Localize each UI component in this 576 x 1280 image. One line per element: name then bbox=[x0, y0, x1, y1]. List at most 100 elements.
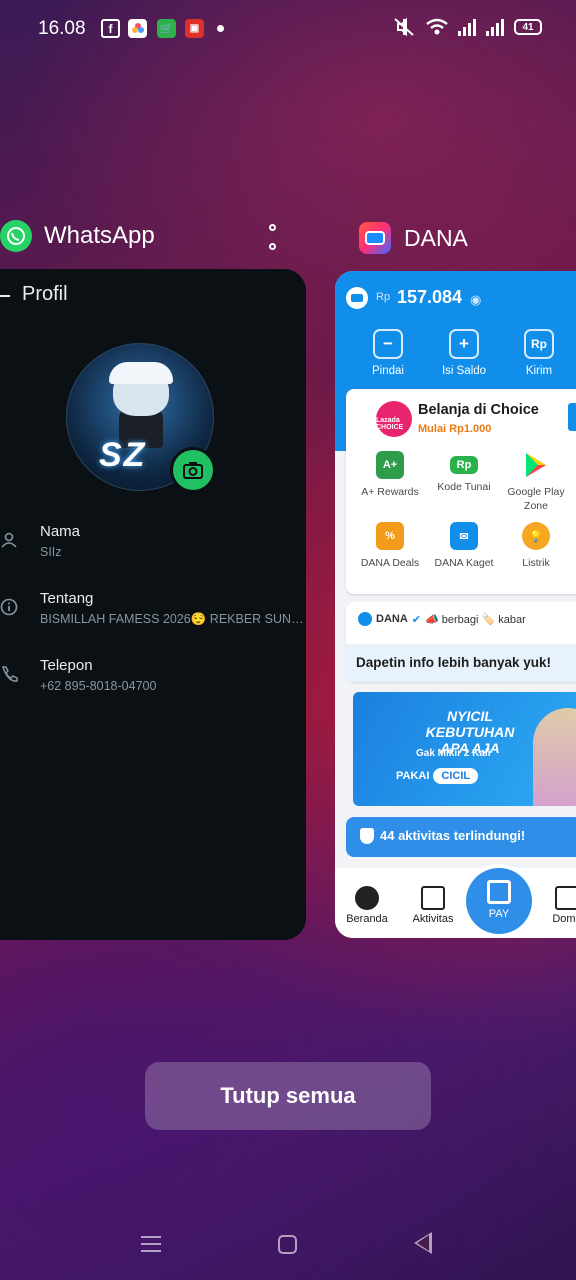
feed-tags: 📣 berbagi 🏷️ kabar bbox=[425, 613, 526, 626]
topup-label: Isi Saldo bbox=[441, 365, 487, 377]
nav-home[interactable]: Beranda bbox=[335, 886, 399, 925]
service-electricity[interactable]: 💡 Listrik bbox=[498, 522, 574, 570]
scan-button[interactable]: − Pindai bbox=[353, 329, 423, 377]
feed-source: DANA bbox=[376, 613, 408, 625]
dana-recent-card[interactable]: Rp 157.084 ◉ − Pindai + Isi Saldo Rp Kir… bbox=[335, 271, 576, 938]
service-electricity-label: Listrik bbox=[522, 557, 550, 569]
banner-person-image bbox=[533, 708, 576, 806]
info-icon bbox=[0, 598, 20, 618]
hide-balance-icon[interactable]: ◉ bbox=[470, 292, 481, 308]
promo-subtitle: Mulai Rp1.000 bbox=[418, 423, 492, 435]
scan-icon: − bbox=[373, 329, 403, 359]
promo-side-tab[interactable] bbox=[568, 403, 576, 431]
promo-panel: Lazada CHOICE Belanja di Choice Mulai Rp… bbox=[346, 389, 576, 594]
nav-pay-button[interactable]: PAY bbox=[466, 868, 532, 934]
back-arrow-icon[interactable] bbox=[0, 295, 10, 297]
profile-about-label: Tentang bbox=[40, 590, 94, 607]
verified-icon: ✔ bbox=[411, 613, 421, 626]
whatsapp-logo-icon bbox=[0, 220, 32, 252]
recents-menu-icon[interactable] bbox=[141, 1236, 161, 1252]
phone-icon bbox=[0, 665, 20, 685]
cicil-banner[interactable]: NYICIL KEBUTUHAN APA AJA Gak Mikir 2 Kal… bbox=[353, 692, 576, 806]
facebook-icon: f bbox=[101, 19, 120, 38]
screen-record-icon: ▣ bbox=[185, 19, 204, 38]
photos-icon bbox=[128, 19, 147, 38]
back-button-icon[interactable] bbox=[414, 1232, 432, 1254]
home-button-icon[interactable] bbox=[278, 1235, 297, 1254]
dana-bottom-nav: Beranda Aktivitas PAY Domp bbox=[335, 868, 576, 938]
whatsapp-card-header[interactable]: WhatsApp bbox=[0, 218, 155, 254]
signal-icon-2 bbox=[486, 18, 504, 36]
topup-icon: + bbox=[449, 329, 479, 359]
camera-icon[interactable] bbox=[170, 447, 216, 493]
scan-label: Pindai bbox=[372, 365, 404, 377]
activity-icon bbox=[421, 886, 445, 910]
promo-title[interactable]: Belanja di Choice bbox=[418, 402, 539, 418]
kaget-icon: ✉ bbox=[450, 522, 478, 550]
rewards-icon: A+ bbox=[376, 451, 404, 479]
dana-small-icon bbox=[358, 612, 372, 626]
battery-icon: 41 bbox=[514, 19, 542, 35]
dana-app-name: DANA bbox=[404, 224, 468, 251]
signal-icon bbox=[458, 18, 476, 36]
nav-home-label: Beranda bbox=[346, 913, 388, 925]
feed-header: DANA ✔ 📣 berbagi 🏷️ kabar bbox=[358, 612, 526, 626]
page-title: Profil bbox=[22, 283, 68, 305]
service-google-play[interactable]: Google Play Zone bbox=[498, 451, 574, 513]
person-icon bbox=[0, 531, 20, 551]
service-kaget[interactable]: ✉ DANA Kaget bbox=[426, 522, 502, 570]
nav-wallet-label: Domp bbox=[552, 913, 576, 925]
banner-tagline: Gak Mikir 2 Kali bbox=[416, 748, 491, 759]
nav-activity-label: Aktivitas bbox=[412, 913, 454, 925]
cicil-badge: CICIL bbox=[433, 768, 479, 784]
close-all-button[interactable]: Tutup semua bbox=[145, 1062, 431, 1130]
mute-icon bbox=[394, 17, 414, 37]
profile-name-value: SIIz bbox=[40, 545, 62, 559]
dana-logo-icon bbox=[359, 222, 391, 254]
wallet-nav-icon bbox=[555, 886, 576, 910]
service-google-play-label: Google Play Zone bbox=[507, 486, 565, 512]
profile-name-label: Nama bbox=[40, 523, 81, 540]
currency-label: Rp bbox=[376, 291, 391, 303]
wifi-icon bbox=[426, 18, 448, 35]
profile-about-value: BISMILLAH FAMESS 2026😌 REKBER SUNG... bbox=[40, 612, 306, 626]
profile-phone-value: +62 895-8018-04700 bbox=[40, 679, 157, 693]
topup-button[interactable]: + Isi Saldo bbox=[429, 329, 499, 377]
home-icon bbox=[355, 886, 379, 910]
status-time: 16.08 bbox=[38, 18, 86, 39]
deals-icon: % bbox=[376, 522, 404, 550]
shop-icon: 🛒 bbox=[157, 19, 176, 38]
service-rewards[interactable]: A+ A+ Rewards bbox=[352, 451, 428, 499]
status-bar: 16.08 f 🛒 ▣ 41 bbox=[0, 0, 576, 56]
banner-pay-row: PAKAI CICIL bbox=[396, 768, 479, 784]
service-deals[interactable]: % DANA Deals bbox=[352, 522, 428, 570]
banner-pay-label: PAKAI bbox=[396, 770, 430, 782]
cash-code-icon: Rp bbox=[450, 456, 478, 474]
safety-banner[interactable]: 44 aktivitas terlindungi! bbox=[346, 817, 576, 857]
service-cash-code-label: Kode Tunai bbox=[437, 481, 491, 493]
service-deals-label: DANA Deals bbox=[360, 557, 420, 569]
lazada-choice-logo: Lazada CHOICE bbox=[376, 401, 412, 437]
avatar-text: SZ bbox=[99, 436, 147, 474]
nav-activity[interactable]: Aktivitas bbox=[401, 886, 465, 925]
shield-icon bbox=[360, 828, 374, 844]
balance-value: 157.084 bbox=[397, 287, 463, 307]
nav-pay-label: PAY bbox=[488, 908, 510, 920]
safety-text: 44 aktivitas terlindungi! bbox=[380, 828, 526, 843]
dana-card-header[interactable]: DANA bbox=[359, 220, 468, 256]
nav-wallet[interactable]: Domp bbox=[535, 886, 576, 925]
wallet-icon bbox=[346, 287, 368, 309]
feed-cta: Dapetin info lebih banyak yuk! bbox=[356, 655, 552, 670]
electricity-icon: 💡 bbox=[522, 522, 550, 550]
send-button[interactable]: Rp Kirim bbox=[504, 329, 574, 377]
feed-cta-bar[interactable]: Dapetin info lebih banyak yuk! bbox=[346, 644, 576, 682]
qr-icon bbox=[487, 880, 511, 904]
google-play-icon bbox=[522, 451, 550, 479]
more-options-icon[interactable] bbox=[266, 224, 278, 250]
dot-icon bbox=[217, 25, 224, 32]
whatsapp-recent-card[interactable]: Profil SZ Nama SIIz Tentang BISMILLAH FA… bbox=[0, 269, 306, 940]
feed-card[interactable]: DANA ✔ 📣 berbagi 🏷️ kabar Dapetin info l… bbox=[346, 602, 576, 682]
profile-phone-label: Telepon bbox=[40, 657, 93, 674]
service-cash-code[interactable]: Rp Kode Tunai bbox=[426, 451, 502, 494]
send-label: Kirim bbox=[525, 365, 553, 377]
